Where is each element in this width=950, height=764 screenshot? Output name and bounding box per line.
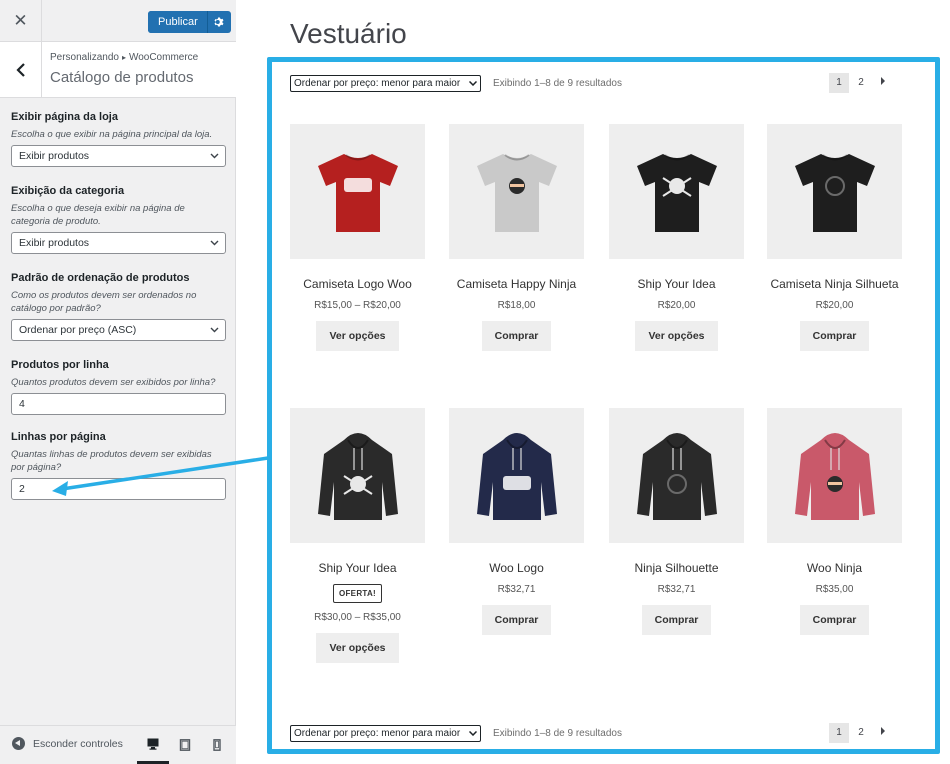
- customizer-footer: Esconder controles: [0, 725, 236, 764]
- products-per-row-control: Produtos por linha Quantos produtos deve…: [11, 359, 226, 415]
- control-label: Exibir página da loja: [11, 111, 118, 123]
- control-label: Linhas por página: [11, 431, 106, 443]
- gear-icon: [214, 17, 224, 27]
- publish-group: Publicar: [148, 11, 231, 33]
- section-header: Personalizando ▸ WooCommerce Catálogo de p…: [0, 42, 236, 98]
- close-icon: ✕: [13, 11, 28, 30]
- customizer-sidebar: ✕ Publicar Personalizando ▸ WooCommerce Ca…: [0, 0, 236, 764]
- section-title: Catálogo de produtos: [50, 69, 194, 86]
- shop-page-display-select[interactable]: Exibir produtos: [11, 145, 226, 167]
- chevron-down-icon: [210, 153, 219, 159]
- breadcrumb-item: Personalizando: [50, 52, 119, 63]
- preview-tablet-button[interactable]: [169, 726, 201, 764]
- control-description: Quantas linhas de produtos devem ser exi…: [11, 449, 212, 473]
- hide-controls-button[interactable]: Esconder controles: [12, 737, 123, 750]
- control-label: Produtos por linha: [11, 359, 109, 371]
- rows-per-page-input[interactable]: 2: [11, 478, 226, 500]
- default-sorting-select[interactable]: Ordenar por preço (ASC): [11, 319, 226, 341]
- mobile-icon: [213, 739, 221, 751]
- close-customizer-button[interactable]: ✕: [0, 0, 42, 42]
- select-value: Ordenar por preço (ASC): [19, 324, 137, 336]
- preview-desktop-button[interactable]: [137, 726, 169, 764]
- tablet-icon: [179, 739, 191, 751]
- desktop-icon: [147, 738, 159, 750]
- control-label: Padrão de ordenação de produtos: [11, 272, 190, 284]
- breadcrumb-separator-icon: ▸: [121, 53, 126, 62]
- chevron-down-icon: [210, 240, 219, 246]
- chevron-down-icon: [210, 327, 219, 333]
- control-description: Escolha o que deseja exibir na página de…: [11, 203, 185, 227]
- control-description: Como os produtos devem ser ordenados no …: [11, 290, 197, 314]
- products-per-row-input[interactable]: 4: [11, 393, 226, 415]
- preview-mobile-button[interactable]: [201, 726, 233, 764]
- collapse-icon: [12, 737, 25, 750]
- rows-per-page-control: Linhas por página Quantas linhas de prod…: [11, 431, 226, 500]
- breadcrumb: Personalizando ▸ WooCommerce: [50, 52, 198, 63]
- category-display-control: Exibição da categoria Escolha o que dese…: [11, 185, 226, 254]
- page-title: Vestuário: [290, 18, 407, 49]
- customizer-header: ✕ Publicar: [0, 0, 236, 42]
- breadcrumb-item: WooCommerce: [128, 52, 199, 63]
- back-button[interactable]: [0, 42, 42, 98]
- publish-settings-button[interactable]: [206, 11, 231, 33]
- control-description: Quantos produtos devem ser exibidos por …: [11, 377, 216, 388]
- control-description: Escolha o que exibir na página principal…: [11, 129, 213, 140]
- select-value: Exibir produtos: [19, 150, 90, 162]
- default-sorting-control: Padrão de ordenação de produtos Como os …: [11, 272, 226, 341]
- shop-page-display-control: Exibir página da loja Escolha o que exib…: [11, 111, 226, 167]
- control-label: Exibição da categoria: [11, 185, 125, 197]
- publish-button[interactable]: Publicar: [148, 11, 207, 33]
- hide-controls-label: Esconder controles: [33, 737, 123, 750]
- select-value: Exibir produtos: [19, 237, 90, 249]
- preview-highlight-frame: [267, 57, 940, 754]
- category-display-select[interactable]: Exibir produtos: [11, 232, 226, 254]
- chevron-left-icon: [15, 63, 25, 77]
